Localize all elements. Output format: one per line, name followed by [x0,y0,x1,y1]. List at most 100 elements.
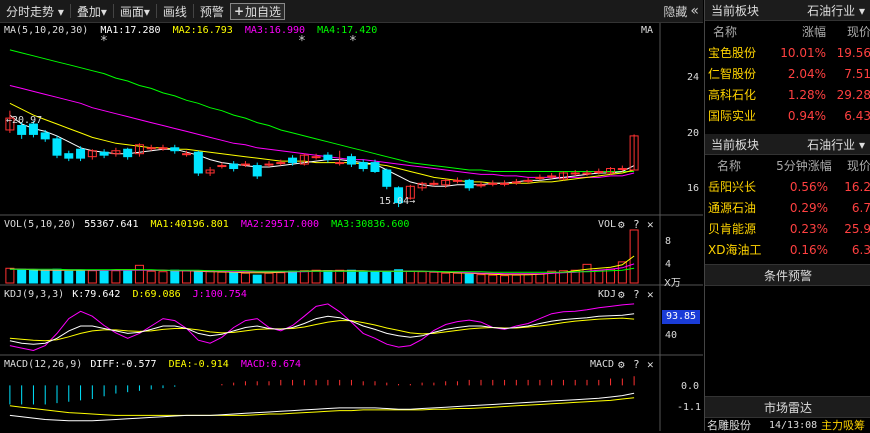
macd-help-icon[interactable]: ? [633,358,640,371]
ma3-value: MA3:16.990 [244,25,306,36]
hide-label: 隐藏 [663,4,688,19]
macd-settings-gear-icon[interactable]: ⚙ [618,358,625,371]
y-tick-label: 16 [687,183,700,194]
draw-line-button[interactable]: 画线 [157,0,193,22]
radar-item[interactable]: 名雕股份 14/13:08 主力吸筹 [705,418,870,432]
macd-diff-line [9,392,635,422]
column-header-change[interactable]: 涨幅 [768,23,826,40]
candle-down [323,154,333,161]
volume-bar [252,274,262,284]
market-radar-button[interactable]: 市场雷达 [705,396,870,418]
overlay-menu[interactable]: 叠加▾ [71,0,113,22]
vol-corner-label: VOL [598,219,617,230]
column-header-5min-change[interactable]: 5分钟涨幅 [767,157,832,174]
column-header-price[interactable]: 现价 [826,23,870,40]
table-row[interactable]: 贝肯能源 0.23% 25.9 [705,218,870,239]
volume-bar [76,269,86,284]
stock-name: 贝肯能源 [708,222,757,236]
volume-bar [288,270,298,284]
macd-value: MACD:0.674 [240,359,302,370]
stock-price: 6.43 [844,108,870,123]
volume-bar [323,270,333,284]
ma1-line [9,114,635,187]
candle-down [358,162,368,170]
star-marker: * [298,34,306,49]
screen-menu[interactable]: 画面▾ [114,0,156,22]
table-row[interactable]: XD海油工 0.16% 6.3 [705,239,870,260]
candle-up [488,182,498,185]
column-header-price[interactable]: 现价 [832,157,870,174]
stock-price: 25.9 [844,221,870,236]
sector-dropdown[interactable]: 石油行业 ▾ [807,2,865,19]
stock-name: 岳阳兴长 [708,180,757,194]
vol-help-icon[interactable]: ? [633,218,640,231]
volume-bar [264,272,274,284]
candle-up [535,176,545,179]
kdj-close-icon[interactable]: ✕ [647,288,654,301]
vol-close-icon[interactable]: ✕ [647,218,654,231]
kdj-d-value: D:69.086 [132,289,181,300]
table-row[interactable]: 通源石油 0.29% 6.7 [705,197,870,218]
table-row[interactable]: 仁智股份 2.04% 7.51 [705,63,870,84]
kdj-j-line [9,303,635,352]
ma3-line [9,85,635,178]
candle-up [182,153,192,156]
kdj-settings-gear-icon[interactable]: ⚙ [618,288,625,301]
column-header-name[interactable]: 名称 [705,23,768,40]
stock-change: 0.29% [789,200,828,215]
candle-down [252,165,262,177]
volume-bar [594,269,604,284]
kdj-j-value: J:100.754 [192,289,247,300]
macd-diff-value: DIFF:-0.577 [90,359,157,370]
volume-bar [134,264,144,284]
macd-legend: MACD(12,26,9) DIFF:-0.577 DEA:-0.914 MAC… [4,359,301,370]
vol-ma1-value: MA1:40196.801 [150,219,229,230]
stock-price: 6.7 [851,200,870,215]
macd-close-icon[interactable]: ✕ [647,358,654,371]
table-row[interactable]: 国际实业 0.94% 6.43 [705,105,870,126]
condition-alert-button[interactable]: 条件预警 [705,264,870,286]
kdj-pane [9,303,635,352]
vol-settings-gear-icon[interactable]: ⚙ [618,218,625,231]
volume-bar [111,270,121,284]
volume-bar [394,269,404,284]
vol-legend-title: VOL(5,10,20) [4,219,77,230]
y-tick-label: 4 [665,259,672,270]
candle-down [123,148,133,158]
volume-bar [476,274,486,284]
vol-ma3-value: MA3:30836.600 [331,219,410,230]
stock-change: 0.94% [787,108,826,123]
volume-bar [382,271,392,284]
table-row[interactable]: 岳阳兴长 0.56% 16.2 [705,176,870,197]
sector-panel-header: 当前板块 石油行业 ▾ [705,134,870,155]
table-row[interactable]: 宝色股份 10.01% 19.56 [705,42,870,63]
kdj-legend-title: KDJ(9,3,3) [4,289,65,300]
add-watchlist-button[interactable]: + 加自选 [229,2,286,20]
table-row[interactable]: 高科石化 1.28% 29.28 [705,84,870,105]
kdj-d-line [9,317,635,342]
volume-bar [311,269,321,284]
volume-bar [123,269,133,284]
kdj-help-icon[interactable]: ? [633,288,640,301]
volume-bar [464,273,474,284]
volume-bar [429,271,439,284]
time-share-menu[interactable]: 分时走势 ▾ [0,0,70,22]
stock-change: 10.01% [780,45,826,60]
volume-bar [488,274,498,284]
vol-value: 55367.641 [84,219,139,230]
column-header-name[interactable]: 名称 [705,157,767,174]
add-watchlist-label: 加自选 [245,4,282,19]
volume-bar [229,272,239,284]
volume-bar [417,271,427,284]
alert-button[interactable]: 预警 [194,0,230,22]
candle-down [52,138,62,156]
hide-panel-button[interactable]: 隐藏 « [663,0,699,22]
macd-dea-value: DEA:-0.914 [168,359,229,370]
candle-up [311,156,321,159]
sector-dropdown[interactable]: 石油行业 ▾ [807,136,865,153]
candle-down [40,132,50,140]
panel-spacer [705,126,870,134]
stock-change: 1.28% [787,87,826,102]
condition-alert-area [705,286,870,396]
volume-bar [146,270,156,284]
